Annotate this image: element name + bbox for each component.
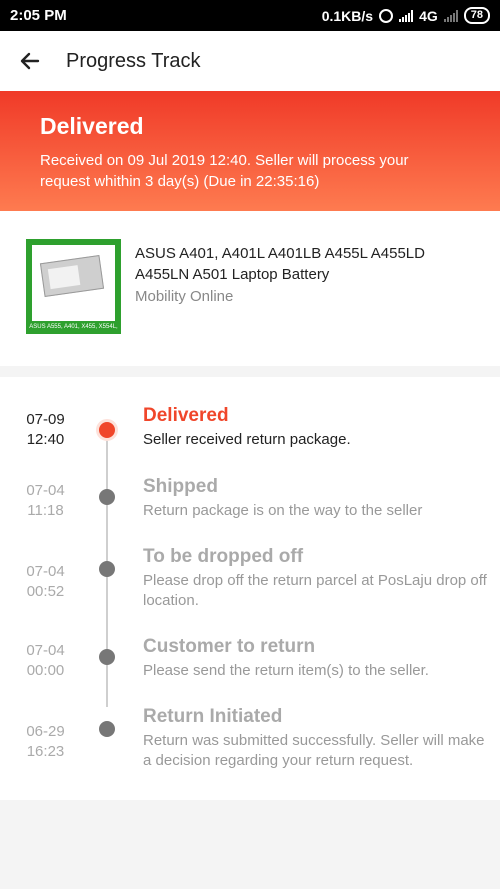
timeline-dot — [96, 419, 118, 441]
timeline-date: 07-09 12:40 — [26, 411, 65, 448]
arrow-left-icon — [20, 52, 40, 70]
product-name: ASUS A401, A401L A401LB A455L A455LD A45… — [135, 245, 425, 283]
status-time: 2:05 PM — [10, 7, 67, 24]
timeline-title: Customer to return — [143, 636, 316, 657]
timeline-date: 07-04 00:52 — [26, 563, 65, 600]
progress-timeline: 07-09 12:40 Delivered Seller received re… — [0, 377, 500, 800]
signal-2-icon — [443, 9, 458, 22]
signal-icon — [399, 9, 414, 22]
timeline-dot — [99, 561, 115, 577]
timeline-title: Shipped — [143, 476, 218, 497]
net-speed: 0.1KB/s — [321, 7, 374, 24]
timeline-desc: Return was submitted successfully. Selle… — [143, 732, 485, 769]
timeline-dot — [99, 489, 115, 505]
status-bar: 2:05 PM 0.1KB/s 4G 78 — [0, 0, 500, 31]
page-title: Progress Track — [66, 49, 201, 72]
thumbnail-caption: ASUS A555, A401, X455, X554L, F455L — [26, 321, 121, 343]
timeline-desc: Please send the return item(s) to the se… — [143, 662, 429, 679]
app-bar: Progress Track — [0, 31, 500, 91]
timeline-title: Delivered — [143, 405, 229, 426]
timeline-desc: Return package is on the way to the sell… — [143, 502, 423, 519]
timeline-date: 06-29 16:23 — [26, 723, 65, 760]
timeline-dot — [99, 721, 115, 737]
network-type: 4G — [419, 7, 438, 24]
status-banner: Delivered Received on 09 Jul 2019 12:40.… — [0, 91, 500, 211]
status-icons: 0.1KB/s 4G 78 — [322, 7, 490, 24]
timeline-desc: Please drop off the return parcel at Pos… — [143, 572, 487, 609]
battery-icon: 78 — [463, 7, 490, 24]
timeline-title: To be dropped off — [143, 546, 304, 567]
timeline-dot — [99, 649, 115, 665]
product-card[interactable]: ASUS A555, A401, X455, X554L, F455L ASUS… — [0, 211, 500, 366]
timeline-desc: Seller received return package. — [143, 431, 351, 448]
product-info: ASUS A401, A401L A401LB A455L A455LD A45… — [135, 239, 465, 366]
banner-title: Delivered — [40, 113, 144, 139]
timeline-date: 07-04 11:18 — [26, 482, 65, 519]
back-button[interactable] — [0, 31, 60, 91]
timeline-title: Return Initiated — [143, 706, 283, 727]
timeline-date: 07-04 00:00 — [26, 642, 65, 679]
product-shop: Mobility Online — [135, 288, 234, 305]
banner-message: Received on 09 Jul 2019 12:40. Seller wi… — [40, 152, 409, 190]
product-thumbnail: ASUS A555, A401, X455, X554L, F455L — [26, 239, 121, 343]
alarm-icon — [379, 8, 394, 23]
